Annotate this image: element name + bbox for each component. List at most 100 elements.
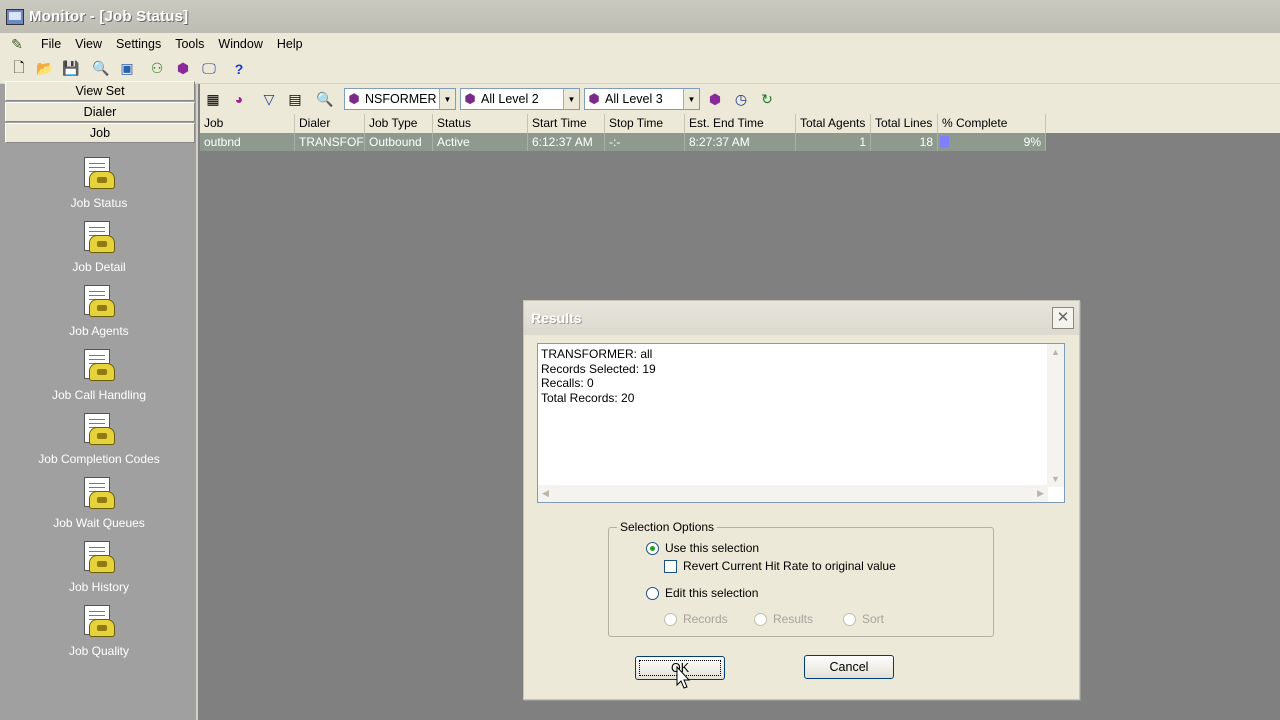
nav-item-job-quality[interactable]: Job Quality: [0, 605, 198, 669]
records-radio[interactable]: Records: [664, 612, 728, 626]
column-header-start-time[interactable]: Start Time: [528, 114, 605, 133]
cell-pct-complete: 9%: [938, 133, 1046, 151]
filter-icon[interactable]: ▽: [258, 88, 280, 110]
nav-item-job-agents[interactable]: Job Agents: [0, 285, 198, 349]
level1-value: NSFORMER: [365, 92, 437, 106]
level3-select[interactable]: ⬢ All Level 3 ▼: [584, 88, 700, 110]
hierarchy-icon[interactable]: ⬢: [704, 88, 726, 110]
job-phone-icon: [82, 477, 116, 513]
radio-checked-icon: [646, 541, 659, 555]
find-binoculars-icon[interactable]: 🔍: [90, 58, 112, 80]
cell-total-lines: 18: [871, 133, 938, 151]
scroll-up-icon[interactable]: ▲: [1051, 347, 1060, 357]
group-label: Selection Options: [617, 520, 718, 534]
clock-icon[interactable]: ◷: [730, 88, 752, 110]
menu-help[interactable]: Help: [270, 37, 310, 51]
cell-dialer: TRANSFOF: [295, 133, 365, 151]
menu-tools[interactable]: Tools: [168, 37, 211, 51]
job-phone-icon: [82, 605, 116, 641]
selection-options-group: Selection Options Use this selection Rev…: [608, 520, 994, 637]
results-radio[interactable]: Results: [754, 612, 813, 626]
results-line: TRANSFORMER: all: [541, 347, 653, 361]
nav-item-job-call-handling[interactable]: Job Call Handling: [0, 349, 198, 413]
dialog-title: Results: [531, 310, 582, 326]
nav-item-job-history[interactable]: Job History: [0, 541, 198, 605]
results-text-area[interactable]: TRANSFORMER: all Records Selected: 19 Re…: [537, 343, 1065, 503]
radio-unchecked-icon: [843, 612, 856, 626]
nav-item-label: Job History: [68, 580, 130, 594]
level2-value: All Level 2: [481, 92, 539, 106]
find-binoculars-icon[interactable]: 🔍: [314, 88, 336, 110]
help-icon[interactable]: ?: [228, 58, 250, 80]
table-row[interactable]: outbnd TRANSFOF Outbound Active 6:12:37 …: [200, 133, 1280, 151]
nav-item-label: Job Agents: [69, 324, 129, 338]
column-header-total-lines[interactable]: Total Lines: [871, 114, 938, 133]
grid-view-icon[interactable]: ▦: [202, 88, 224, 110]
records-label: Records: [683, 612, 728, 626]
network-icon: ⬢: [464, 91, 476, 106]
chevron-down-icon[interactable]: ▼: [683, 89, 699, 109]
columns-icon[interactable]: ▤: [284, 88, 306, 110]
scroll-down-icon[interactable]: ▼: [1051, 474, 1060, 484]
cancel-button[interactable]: Cancel: [804, 655, 894, 679]
level2-select[interactable]: ⬢ All Level 2 ▼: [460, 88, 580, 110]
navigation-pane: View Set Dialer Job Job Status Job Detai…: [0, 81, 198, 720]
nav-item-job-wait-queues[interactable]: Job Wait Queues: [0, 477, 198, 541]
nav-item-job-completion-codes[interactable]: Job Completion Codes: [0, 413, 198, 477]
level3-value: All Level 3: [605, 92, 663, 106]
column-header-job[interactable]: Job: [200, 114, 295, 133]
nav-item-label: Job Detail: [72, 260, 126, 274]
close-icon[interactable]: ✕: [1052, 307, 1074, 329]
scroll-left-icon[interactable]: ◀: [542, 488, 549, 499]
column-header-total-agents[interactable]: Total Agents: [796, 114, 871, 133]
chart-icon[interactable]: ◕: [228, 88, 250, 110]
checkbox-icon: [664, 559, 677, 573]
job-phone-icon: [82, 413, 116, 449]
properties-icon[interactable]: ▣: [116, 58, 138, 80]
cell-est-end-time: 8:27:37 AM: [685, 133, 796, 151]
horizontal-scrollbar[interactable]: ◀ ▶: [538, 485, 1048, 502]
new-file-icon[interactable]: 🗋: [8, 58, 30, 80]
use-selection-radio[interactable]: Use this selection: [646, 541, 759, 555]
radio-unchecked-icon: [754, 612, 767, 626]
save-icon[interactable]: 💾: [60, 58, 82, 80]
menu-file[interactable]: File: [34, 37, 68, 51]
edit-selection-radio[interactable]: Edit this selection: [646, 586, 758, 600]
job-phone-icon: [82, 541, 116, 577]
nav-item-job-status[interactable]: Job Status: [0, 157, 198, 221]
sort-radio[interactable]: Sort: [843, 612, 884, 626]
nav-dialer-button[interactable]: Dialer: [5, 102, 195, 122]
level1-select[interactable]: ⬢ NSFORMER ▼: [344, 88, 456, 110]
column-header-pct-complete[interactable]: % Complete: [938, 114, 1046, 133]
menu-view[interactable]: View: [68, 37, 109, 51]
menu-settings[interactable]: Settings: [109, 37, 168, 51]
column-header-job-type[interactable]: Job Type: [365, 114, 433, 133]
refresh-icon[interactable]: ↻: [756, 88, 778, 110]
nav-view-set-button[interactable]: View Set: [5, 81, 195, 101]
nav-job-button[interactable]: Job: [5, 123, 195, 143]
sort-label: Sort: [862, 612, 885, 626]
column-header-dialer[interactable]: Dialer: [295, 114, 365, 133]
monitor-icon[interactable]: 🖵: [198, 58, 220, 80]
child-window-icon[interactable]: ✎: [8, 36, 26, 52]
chevron-down-icon[interactable]: ▼: [439, 89, 455, 109]
monitor-app-icon: [6, 8, 24, 25]
grid-header: Job Dialer Job Type Status Start Time St…: [200, 114, 1280, 133]
radio-unchecked-icon: [664, 612, 677, 626]
nav-item-label: Job Quality: [68, 644, 130, 658]
use-selection-label: Use this selection: [665, 541, 760, 555]
scroll-right-icon[interactable]: ▶: [1037, 488, 1044, 499]
nav-item-label: Job Status: [70, 196, 128, 210]
column-header-est-end-time[interactable]: Est. End Time: [685, 114, 796, 133]
agents-icon[interactable]: ⚇: [146, 58, 168, 80]
chevron-down-icon[interactable]: ▼: [563, 89, 579, 109]
revert-hit-rate-checkbox[interactable]: Revert Current Hit Rate to original valu…: [664, 559, 896, 573]
nav-item-job-detail[interactable]: Job Detail: [0, 221, 198, 285]
column-header-status[interactable]: Status: [433, 114, 528, 133]
window-title: Monitor - [Job Status]: [29, 8, 189, 25]
column-header-stop-time[interactable]: Stop Time: [605, 114, 685, 133]
menu-window[interactable]: Window: [211, 37, 269, 51]
open-folder-icon[interactable]: 📂: [34, 58, 56, 80]
network-icon[interactable]: ⬢: [172, 58, 194, 80]
vertical-scrollbar[interactable]: ▲ ▼: [1047, 344, 1064, 487]
